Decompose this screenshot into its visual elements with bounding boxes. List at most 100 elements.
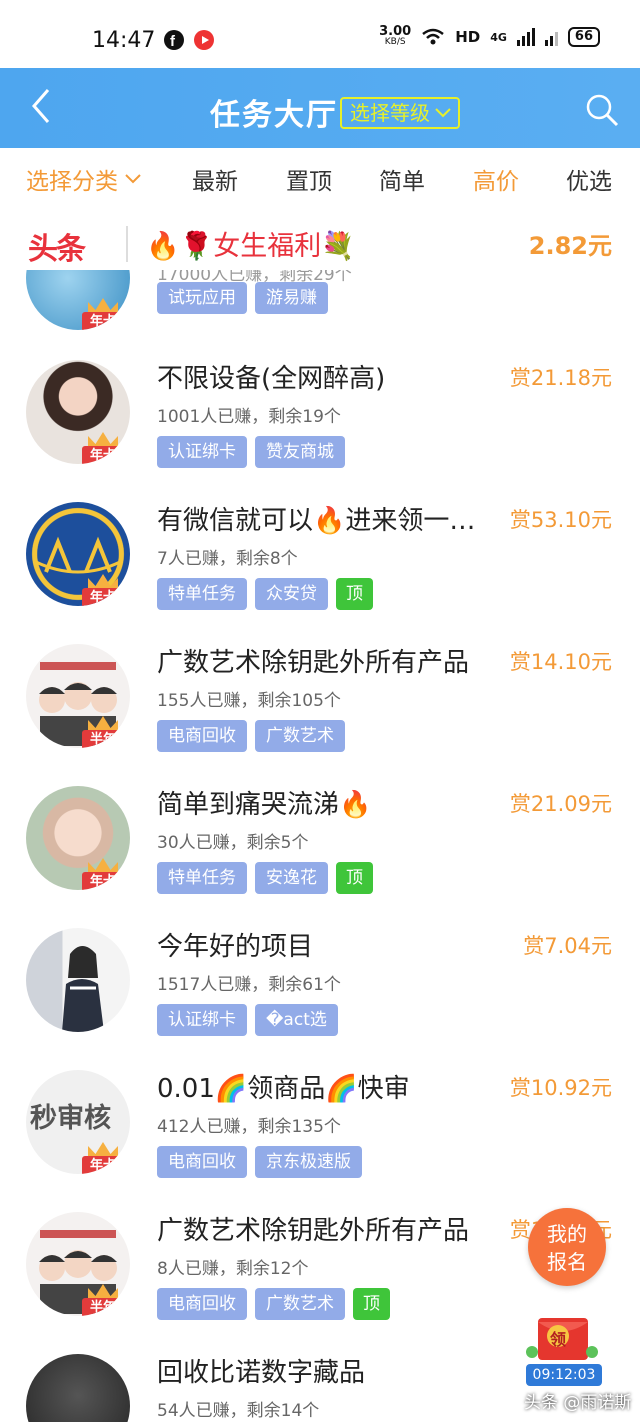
task-item[interactable]: 年卡 简单到痛哭流涕🔥 赏21.09元 30人已赚，剩余5个 特单任务 安逸花 … bbox=[0, 776, 640, 918]
vip-badge: 年卡 bbox=[82, 1142, 126, 1174]
task-title: 广数艺术除钥匙外所有产品 bbox=[157, 1216, 470, 1246]
task-title: 简单到痛哭流涕🔥 bbox=[157, 790, 372, 820]
pinned-tag: 顶 bbox=[336, 578, 373, 610]
task-tag: 特单任务 bbox=[157, 578, 247, 610]
tab-high-price[interactable]: 高价 bbox=[473, 162, 519, 196]
task-title: 回收比诺数字藏品 bbox=[157, 1358, 366, 1388]
facebook-icon: f bbox=[164, 30, 184, 50]
title-bar: 任务大厅 选择等级 bbox=[0, 68, 640, 148]
task-stats: 54人已赚，剩余14个 bbox=[157, 1401, 320, 1421]
chevron-down-icon bbox=[125, 174, 141, 184]
watermark: 头条 @雨诺斯 bbox=[524, 1393, 632, 1413]
task-tag: 认证绑卡 bbox=[157, 1004, 247, 1036]
task-tag: 广数艺术 bbox=[255, 1288, 345, 1320]
red-packet-label: 领 bbox=[550, 1330, 567, 1349]
task-title: 0.01🌈领商品🌈快审 bbox=[157, 1074, 410, 1104]
toutiao-logo: 头条 bbox=[28, 232, 86, 267]
signal-icon-2 bbox=[544, 28, 558, 46]
task-tag: 电商回收 bbox=[157, 1146, 247, 1178]
promo-banner[interactable]: 头条 🔥🌹女生福利💐 2.82元 bbox=[0, 212, 640, 270]
banner-text: 🔥🌹女生福利💐 bbox=[146, 231, 355, 262]
task-stats: 8人已赚，剩余12个 bbox=[157, 1259, 309, 1279]
banner-price: 2.82元 bbox=[528, 232, 612, 260]
avatar: 年卡 bbox=[26, 502, 130, 606]
status-bar: 14:47 f 3.00 KB/S HD 4G 66 bbox=[0, 0, 640, 68]
chevron-down-icon bbox=[435, 108, 451, 118]
divider bbox=[126, 226, 128, 262]
status-time: 14:47 bbox=[92, 28, 156, 53]
vip-badge: 半年 bbox=[82, 1284, 126, 1316]
vip-badge: 年卡 bbox=[82, 574, 126, 606]
task-title: 有微信就可以🔥进来领一… bbox=[157, 506, 476, 536]
avatar: 年卡 bbox=[26, 786, 130, 890]
avatar: 年卡 bbox=[26, 270, 130, 330]
search-icon[interactable] bbox=[584, 92, 620, 128]
task-item[interactable]: 半年 广数艺术除钥匙外所有产品 赏14.10元 155人已赚，剩余105个 电商… bbox=[0, 634, 640, 776]
task-title: 广数艺术除钥匙外所有产品 bbox=[157, 648, 470, 678]
task-item[interactable]: 今年好的项目 赏7.04元 1517人已赚，剩余61个 认证绑卡 �act选 bbox=[0, 918, 640, 1060]
tab-preferred[interactable]: 优选 bbox=[566, 162, 612, 196]
task-item[interactable]: 年卡 有微信就可以🔥进来领一… 赏53.10元 7人已赚，剩余8个 特单任务 众… bbox=[0, 492, 640, 634]
status-right: 3.00 KB/S HD 4G 66 bbox=[379, 24, 600, 48]
task-title: 不限设备(全网醉高) bbox=[157, 364, 386, 394]
hd-indicator: HD bbox=[455, 28, 481, 46]
task-tag: 京东极速版 bbox=[255, 1146, 362, 1178]
battery-icon: 66 bbox=[567, 27, 600, 47]
tab-pinned[interactable]: 置顶 bbox=[286, 162, 332, 196]
task-reward: 赏10.92元 bbox=[509, 1076, 612, 1100]
countdown-timer: 09:12:03 bbox=[526, 1364, 602, 1386]
task-reward: 赏7.04元 bbox=[523, 934, 612, 958]
avatar bbox=[26, 928, 130, 1032]
signal-icon bbox=[516, 28, 535, 46]
task-tag: 安逸花 bbox=[255, 862, 328, 894]
page-title: 任务大厅 bbox=[210, 98, 338, 133]
avatar: 半年 bbox=[26, 1212, 130, 1316]
task-tag: 试玩应用 bbox=[157, 282, 247, 314]
task-stats: 1517人已赚，剩余61个 bbox=[157, 975, 341, 995]
task-tag: �act选 bbox=[255, 1004, 338, 1036]
vip-badge: 年卡 bbox=[82, 298, 126, 330]
select-level-label: 选择等级 bbox=[350, 101, 430, 125]
avatar-text: 秒审核 bbox=[30, 1103, 111, 1134]
task-stats: 30人已赚，剩余5个 bbox=[157, 833, 309, 853]
select-level-button[interactable]: 选择等级 bbox=[340, 97, 460, 129]
task-item[interactable]: 年卡 17000人已赚，剩余29个 试玩应用 游易赚 bbox=[0, 270, 640, 330]
tab-simple[interactable]: 简单 bbox=[379, 162, 425, 196]
network-speed: 3.00 KB/S bbox=[379, 24, 412, 47]
task-reward: 赏53.10元 bbox=[509, 508, 612, 532]
vip-badge: 年卡 bbox=[82, 858, 126, 890]
vip-badge: 半年 bbox=[82, 716, 126, 748]
avatar bbox=[26, 1354, 130, 1422]
task-tag: 赞友商城 bbox=[255, 436, 345, 468]
task-title: 今年好的项目 bbox=[157, 932, 314, 962]
tab-latest[interactable]: 最新 bbox=[192, 162, 238, 196]
avatar: 秒审核 年卡 bbox=[26, 1070, 130, 1174]
category-dropdown[interactable]: 选择分类 bbox=[26, 162, 142, 196]
task-stats: 7人已赚，剩余8个 bbox=[157, 549, 298, 569]
task-tag: 众安贷 bbox=[255, 578, 328, 610]
red-packet-icon[interactable]: 领 bbox=[524, 1312, 600, 1362]
task-item[interactable]: 年卡 不限设备(全网醉高) 赏21.18元 1001人已赚，剩余19个 认证绑卡… bbox=[0, 350, 640, 492]
pinned-tag: 顶 bbox=[353, 1288, 390, 1320]
task-tag: 认证绑卡 bbox=[157, 436, 247, 468]
task-tag: 特单任务 bbox=[157, 862, 247, 894]
back-icon[interactable] bbox=[28, 86, 58, 126]
task-tag: 游易赚 bbox=[255, 282, 328, 314]
task-reward: 赏21.18元 bbox=[509, 366, 612, 390]
task-reward: 赏21.09元 bbox=[509, 792, 612, 816]
svg-text:f: f bbox=[170, 33, 176, 50]
my-signup-button[interactable]: 我的报名 bbox=[528, 1208, 606, 1286]
task-tag: 广数艺术 bbox=[255, 720, 345, 752]
task-tag: 电商回收 bbox=[157, 1288, 247, 1320]
task-tag: 电商回收 bbox=[157, 720, 247, 752]
task-stats: 155人已赚，剩余105个 bbox=[157, 691, 341, 711]
pinned-tag: 顶 bbox=[336, 862, 373, 894]
task-stats: 412人已赚，剩余135个 bbox=[157, 1117, 341, 1137]
filter-tabs: 选择分类 最新 置顶 简单 高价 优选 bbox=[0, 148, 640, 210]
network-type: 4G bbox=[490, 30, 507, 44]
vip-badge: 年卡 bbox=[82, 432, 126, 464]
task-item[interactable]: 秒审核 年卡 0.01🌈领商品🌈快审 赏10.92元 412人已赚，剩余135个… bbox=[0, 1060, 640, 1202]
task-stats: 1001人已赚，剩余19个 bbox=[157, 407, 341, 427]
avatar: 年卡 bbox=[26, 360, 130, 464]
task-reward: 赏14.10元 bbox=[509, 650, 612, 674]
